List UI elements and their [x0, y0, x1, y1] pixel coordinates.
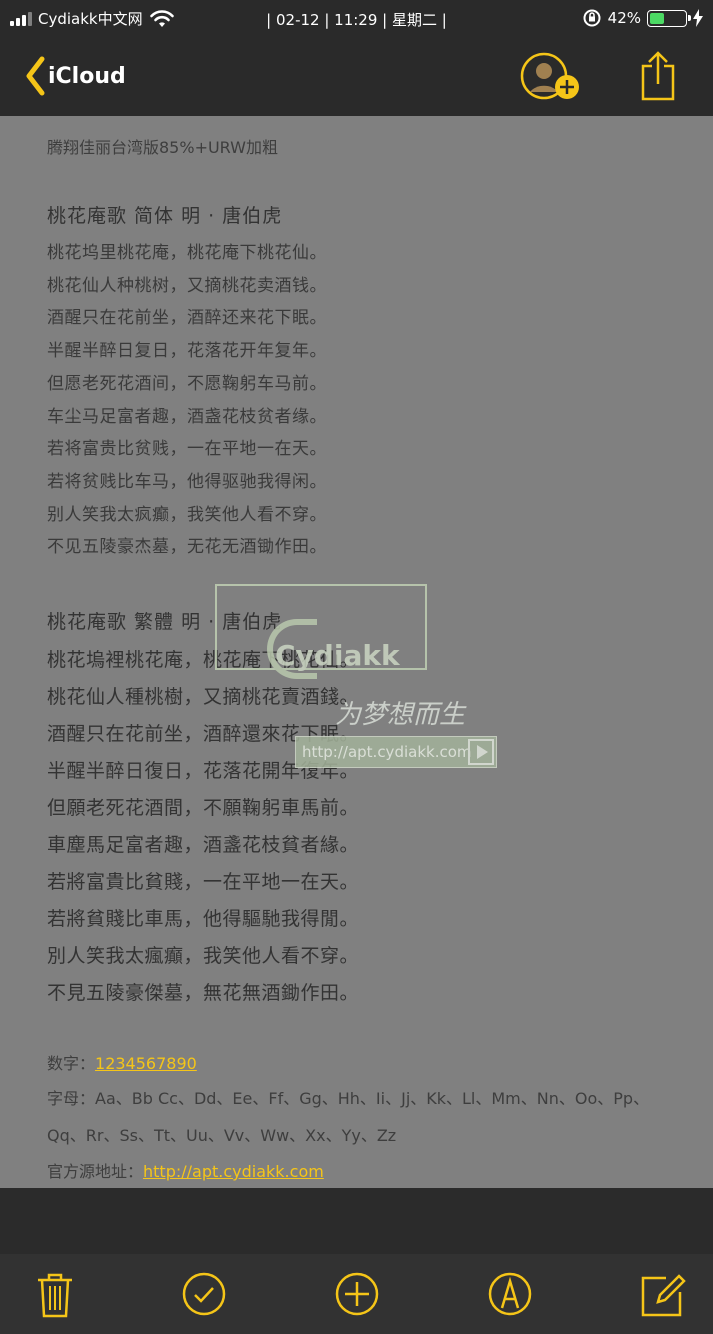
- watermark-brand: Cydiakk: [275, 639, 400, 672]
- note-body[interactable]: 腾翔佳丽台湾版85%+URW加粗 桃花庵歌 简体 明 · 唐伯虎 桃花坞里桃花庵…: [0, 116, 713, 1188]
- add-person-icon: [520, 52, 579, 100]
- watermark: Cydiakk 为梦想而生 http://apt.cydiakk.com: [215, 584, 505, 774]
- bottom-toolbar: [0, 1254, 713, 1334]
- play-icon: [468, 739, 494, 765]
- simplified-title: 桃花庵歌 简体 明 · 唐伯虎: [47, 205, 283, 227]
- simplified-poem-line: 半醒半醉日复日，花落花开年复年。: [47, 341, 327, 362]
- source-label: 官方源地址：: [47, 1162, 144, 1181]
- simplified-poem-line: 桃花仙人种桃树，又摘桃花卖酒钱。: [47, 275, 327, 296]
- battery-percent: 42%: [607, 9, 641, 27]
- source-line: 官方源地址：http://apt.cydiakk.com: [47, 1158, 324, 1182]
- simplified-poem-line: 酒醒只在花前坐，酒醉还来花下眠。: [47, 308, 327, 329]
- simplified-poem-line: 若将贫贱比车马，他得驱驰我得闲。: [47, 471, 327, 492]
- watermark-slogan: 为梦想而生: [335, 700, 466, 730]
- traditional-poem-line: 車塵馬足富者趣，酒盞花枝貧者緣。: [47, 834, 360, 856]
- markup-button[interactable]: [488, 1272, 532, 1320]
- traditional-poem-line: 但願老死花酒間，不願鞠躬車馬前。: [47, 797, 360, 819]
- letters-line-1: 字母：Aa、Bb Cc、Dd、Ee、Ff、Gg、Hh、Ii、Jj、Kk、Ll、M…: [47, 1089, 650, 1108]
- share-button[interactable]: [640, 50, 676, 106]
- plus-circle-icon: [335, 1272, 379, 1316]
- rotation-lock-icon: [583, 9, 601, 27]
- delete-button[interactable]: [36, 1272, 74, 1322]
- bottom-spacer: [0, 1188, 713, 1254]
- status-right-group: 42%: [582, 8, 703, 28]
- back-button[interactable]: iCloud: [24, 56, 126, 96]
- compose-button[interactable]: [640, 1272, 686, 1322]
- digits-line: 数字：1234567890: [47, 1050, 197, 1074]
- navigation-bar: iCloud: [0, 38, 713, 116]
- simplified-poem-line: 但愿老死花酒间，不愿鞠躬车马前。: [47, 373, 327, 394]
- charging-bolt-icon: [693, 9, 703, 27]
- simplified-poem-line: 桃花坞里桃花庵，桃花庵下桃花仙。: [47, 243, 327, 263]
- trash-icon: [38, 1273, 72, 1318]
- simplified-poem-line: 若将富贵比贫贱，一在平地一在天。: [47, 439, 327, 460]
- traditional-poem-line: 不見五陵豪傑墓，無花無酒鋤作田。: [47, 982, 360, 1004]
- back-label: iCloud: [48, 63, 126, 89]
- digits-label: 数字：: [47, 1054, 96, 1073]
- add-people-button[interactable]: [520, 52, 582, 108]
- watermark-url: http://apt.cydiakk.com: [302, 743, 472, 761]
- battery-icon: [647, 9, 691, 27]
- checklist-button[interactable]: [182, 1272, 226, 1320]
- font-description: 腾翔佳丽台湾版85%+URW加粗: [47, 138, 278, 157]
- chevron-left-icon: [26, 56, 45, 96]
- watermark-url-box: http://apt.cydiakk.com: [295, 736, 497, 768]
- source-url-link[interactable]: http://apt.cydiakk.com: [143, 1162, 324, 1181]
- traditional-poem-line: 若將貧賤比車馬，他得驅馳我得閒。: [47, 908, 360, 930]
- share-icon: [641, 51, 675, 101]
- checkmark-circle-icon: [182, 1272, 226, 1316]
- add-button[interactable]: [335, 1272, 379, 1320]
- simplified-poem-line: 不见五陵豪杰墓，无花无酒锄作田。: [47, 537, 327, 558]
- simplified-poem-line: 别人笑我太疯癫，我笑他人看不穿。: [47, 504, 327, 525]
- status-bar: Cydiakk中文网 | 02-12 | 11:29 | 星期二 | 42%: [0, 0, 713, 38]
- compose-icon: [641, 1274, 686, 1317]
- markup-pen-icon: [488, 1272, 532, 1316]
- traditional-poem-line: 別人笑我太瘋癲，我笑他人看不穿。: [47, 945, 360, 967]
- simplified-poem-line: 车尘马足富者趣，酒盏花枝贫者缘。: [47, 406, 327, 427]
- letters-line-2: Qq、Rr、Ss、Tt、Uu、Vv、Ww、Xx、Yy、Zz: [47, 1126, 397, 1145]
- traditional-poem-line: 若將富貴比貧賤，一在平地一在天。: [47, 871, 360, 893]
- digits-value[interactable]: 1234567890: [95, 1054, 197, 1073]
